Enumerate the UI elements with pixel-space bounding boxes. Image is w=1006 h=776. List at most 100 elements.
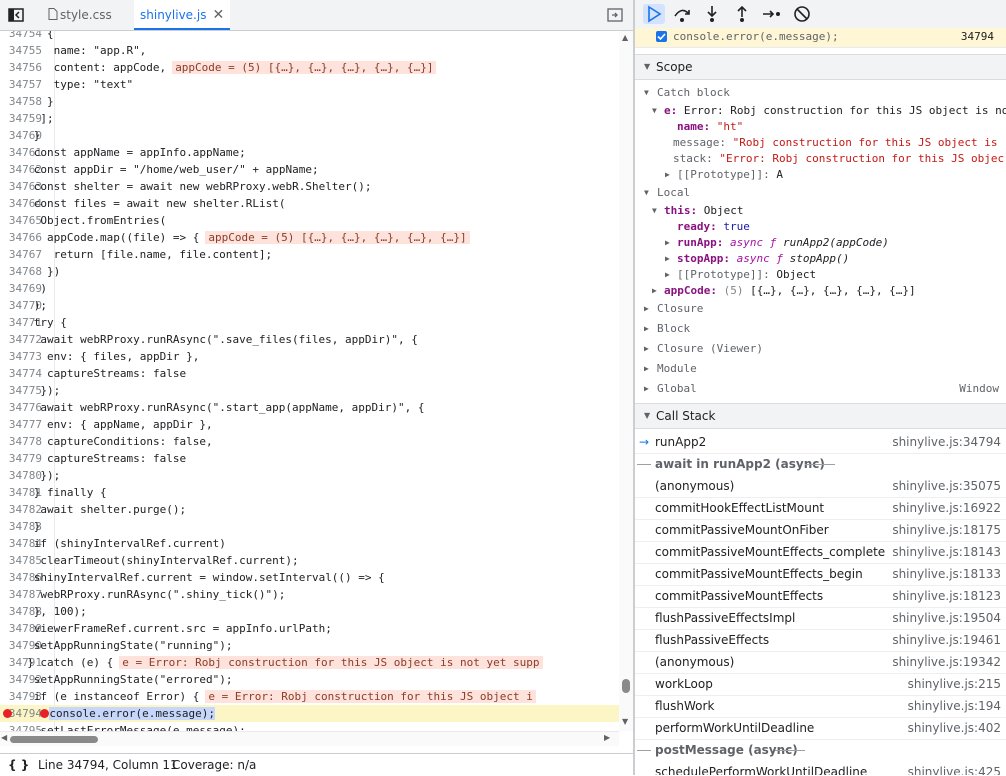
line-number[interactable]: 34778: [0, 433, 42, 450]
call-stack-section-header[interactable]: Call Stack: [635, 403, 1006, 429]
line-number[interactable]: 34768: [0, 263, 42, 280]
code-line[interactable]: 34767 return [file.name, file.content];: [0, 246, 619, 263]
step-over-icon[interactable]: [671, 4, 693, 24]
line-number[interactable]: 34772: [0, 331, 42, 348]
code-line[interactable]: 34771 try {: [0, 314, 619, 331]
frame-location[interactable]: shinylive.js:19342: [892, 651, 1001, 673]
frame-location[interactable]: shinylive.js:19461: [892, 629, 1001, 651]
vertical-scroll-thumb[interactable]: [622, 679, 630, 693]
line-number[interactable]: 34757: [0, 76, 42, 93]
code-line[interactable]: 34782 await shelter.purge();: [0, 501, 619, 518]
line-number[interactable]: 34774: [0, 365, 42, 382]
code-line[interactable]: 34785 clearTimeout(shinyIntervalRef.curre…: [0, 552, 619, 569]
line-number[interactable]: 34767: [0, 246, 42, 263]
call-frame[interactable]: commitPassiveMountEffects shinylive.js:18…: [635, 585, 1006, 608]
line-number[interactable]: 34759: [0, 110, 42, 127]
call-frame[interactable]: → runApp2 shinylive.js:34794: [635, 431, 1006, 454]
line-number[interactable]: 34777: [0, 416, 42, 433]
frame-location[interactable]: shinylive.js:425: [908, 761, 1001, 775]
code-line[interactable]: 34795 setLastErrorMessage(e.message);: [0, 722, 619, 731]
call-frame[interactable]: flushPassiveEffects shinylive.js:19461: [635, 629, 1006, 652]
breakpoint-marker-icon[interactable]: [3, 709, 12, 718]
code-line[interactable]: 34777 env: { appName, appDir },: [0, 416, 619, 433]
scroll-up-icon[interactable]: ▲: [622, 33, 628, 42]
step-into-icon[interactable]: [701, 4, 723, 24]
code-line[interactable]: 34769): [0, 280, 619, 297]
code-line[interactable]: 34762 const appDir = "/home/web_user/" + …: [0, 161, 619, 178]
line-number[interactable]: 34758: [0, 93, 42, 110]
code-line[interactable]: 34780});: [0, 467, 619, 484]
code-line[interactable]: 34772 await webRProxy.runRAsync(".save_fi…: [0, 331, 619, 348]
step-icon[interactable]: [761, 4, 783, 24]
frame-location[interactable]: shinylive.js:34794: [892, 431, 1001, 453]
code-line[interactable]: 34754 {: [0, 31, 619, 42]
line-number[interactable]: 34787: [0, 586, 42, 603]
line-number[interactable]: 34754: [0, 31, 42, 42]
scroll-left-icon[interactable]: ◀: [1, 733, 7, 742]
code-line[interactable]: 34774 captureStreams: false: [0, 365, 619, 382]
call-frame[interactable]: flushWork shinylive.js:194: [635, 695, 1006, 718]
code-line[interactable]: 34791} catch (e) {e = Error: Robj constr…: [0, 654, 619, 671]
code-line[interactable]: 34764 const files = await new shelter.RLi…: [0, 195, 619, 212]
code-line[interactable]: 34792 setAppRunningState("errored");: [0, 671, 619, 688]
frame-location[interactable]: shinylive.js:402: [908, 717, 1001, 739]
line-number[interactable]: 34776: [0, 399, 42, 416]
line-number[interactable]: 34779: [0, 450, 42, 467]
frame-location[interactable]: shinylive.js:18133: [892, 563, 1001, 585]
code-line[interactable]: 34787 webRProxy.runRAsync(".shiny_tick()"…: [0, 586, 619, 603]
call-frame[interactable]: schedulePerformWorkUntilDeadline shinyliv…: [635, 761, 1006, 775]
code-line[interactable]: 34776 await webRProxy.runRAsync(".start_a…: [0, 399, 619, 416]
code-line[interactable]: 34755 name: "app.R",: [0, 42, 619, 59]
code-line[interactable]: 34779 captureStreams: false: [0, 450, 619, 467]
code-line[interactable]: 34790 setAppRunningState("running");: [0, 637, 619, 654]
call-frame[interactable]: performWorkUntilDeadline shinylive.js:402: [635, 717, 1006, 740]
code-line[interactable]: 34763 const shelter = await new webRProxy…: [0, 178, 619, 195]
horizontal-scroll-thumb[interactable]: [10, 736, 98, 743]
line-number[interactable]: 34765: [0, 212, 42, 229]
frame-location[interactable]: shinylive.js:215: [908, 673, 1001, 695]
scope-global[interactable]: ▶ Global Window: [644, 381, 999, 397]
call-frame[interactable]: commitPassiveMountEffects_begin shinylive…: [635, 563, 1006, 586]
breakpoint-checkbox[interactable]: [656, 31, 667, 42]
frame-location[interactable]: shinylive.js:16922: [892, 497, 1001, 519]
code-line[interactable]: 34761 const appName = appInfo.appName;: [0, 144, 619, 161]
line-number[interactable]: 34782: [0, 501, 42, 518]
frame-location[interactable]: shinylive.js:18143: [892, 541, 1001, 563]
tab-shinylive-js[interactable]: shinylive.js ✕: [134, 0, 231, 30]
code-line[interactable]: 34773 env: { files, appDir },: [0, 348, 619, 365]
deactivate-breakpoints-icon[interactable]: [791, 4, 813, 24]
code-line[interactable]: 34759];: [0, 110, 619, 127]
line-number[interactable]: 34780: [0, 467, 42, 484]
code-line[interactable]: 34778 captureConditions: false,: [0, 433, 619, 450]
code-line[interactable]: 34766 appCode.map((file) => {appCode = (5…: [0, 229, 619, 246]
toggle-navigator-icon[interactable]: [6, 5, 26, 25]
code-line[interactable]: 34768}): [0, 263, 619, 280]
line-number[interactable]: 34769: [0, 280, 42, 297]
code-line[interactable]: 34786 shinyIntervalRef.current = window.s…: [0, 569, 619, 586]
call-frame[interactable]: (anonymous) shinylive.js:35075: [635, 475, 1006, 498]
breakpoint-item[interactable]: console.error(e.message); 34794: [635, 28, 1006, 48]
line-number[interactable]: 34756: [0, 59, 42, 76]
code-line[interactable]: 34775});: [0, 382, 619, 399]
tab-style-css[interactable]: style.css: [48, 0, 112, 30]
scroll-right-icon[interactable]: ▶: [604, 733, 610, 742]
line-number[interactable]: 34755: [0, 42, 42, 59]
line-number[interactable]: 34795: [0, 722, 42, 731]
vertical-scrollbar[interactable]: ▲ ▼: [619, 31, 633, 731]
code-line[interactable]: 34788}, 100);: [0, 603, 619, 620]
code-line[interactable]: 34783}: [0, 518, 619, 535]
line-number[interactable]: 34773: [0, 348, 42, 365]
call-frame[interactable]: commitPassiveMountEffects_complete shinyl…: [635, 541, 1006, 564]
code-line[interactable]: 34765 Object.fromEntries(: [0, 212, 619, 229]
horizontal-scrollbar[interactable]: ◀ ▶: [0, 731, 619, 746]
call-frame[interactable]: workLoop shinylive.js:215: [635, 673, 1006, 696]
code-line[interactable]: 34784 if (shinyIntervalRef.current): [0, 535, 619, 552]
pretty-print-button[interactable]: { }: [8, 754, 29, 776]
code-line[interactable]: 34781} finally {: [0, 484, 619, 501]
call-frame[interactable]: flushPassiveEffectsImpl shinylive.js:1950…: [635, 607, 1006, 630]
scroll-down-icon[interactable]: ▼: [622, 717, 628, 726]
code-line[interactable]: 34758}: [0, 93, 619, 110]
code-line[interactable]: 34756 content: appCode, appCode = (5) [{…}…: [0, 59, 619, 76]
toggle-debugger-icon[interactable]: [605, 5, 625, 25]
close-tab-icon[interactable]: ✕: [212, 0, 224, 30]
